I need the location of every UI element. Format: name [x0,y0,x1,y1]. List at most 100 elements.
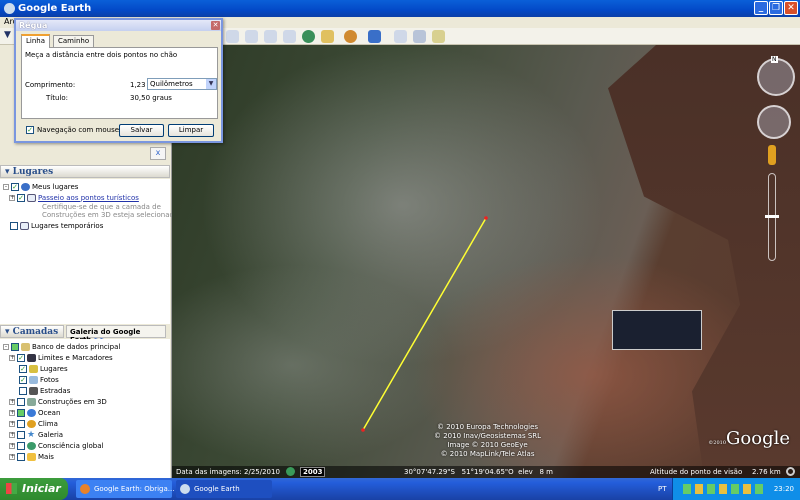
places-icon [29,364,38,373]
historical-imagery-icon[interactable] [286,467,295,476]
title-bar: Google Earth _ ❐ ✕ [0,0,800,17]
expand-icon[interactable]: + [9,409,15,416]
collapse-icon[interactable]: - [3,183,9,190]
zoom-slider-handle[interactable] [765,215,779,218]
layers-header[interactable]: ▾ Camadas [0,325,64,338]
layer-item[interactable]: Estradas [19,385,70,396]
close-button[interactable]: ✕ [784,1,798,15]
places-item-my-places[interactable]: - ✓ Meus lugares [3,181,78,192]
street-view-pegman-icon[interactable] [768,145,776,165]
gallery-button[interactable]: Galeria do Google Earth >> [66,325,166,344]
label: Banco de dados principal [32,342,121,351]
start-button[interactable]: Iniciar [0,478,68,500]
checkbox[interactable]: ✓ [17,193,25,202]
tab-line[interactable]: Linha [21,34,51,48]
checkbox[interactable] [17,452,25,461]
maps-icon[interactable] [432,30,445,43]
unit-select[interactable]: Quilômetros ▼ [147,78,217,90]
taskbar-item-firefox[interactable]: Google Earth: Obriga... [76,480,174,498]
layer-item[interactable]: + Mais [9,451,54,462]
start-label: Iniciar [22,482,61,495]
email-icon[interactable] [394,30,407,43]
layer-item[interactable]: + Consciência global [9,440,103,451]
system-tray: 23:20 [672,478,800,500]
google-earth-icon [180,484,190,494]
label: Mais [38,452,54,461]
checkbox[interactable]: ✓ [19,375,27,384]
layer-item[interactable]: - Banco de dados principal [3,341,120,352]
checkbox[interactable] [11,342,19,351]
close-panel-button[interactable]: x [150,147,166,160]
label: Galeria [38,430,64,439]
sunlight-icon[interactable] [321,30,334,43]
checkbox[interactable]: ✓ [17,353,25,362]
roads-icon [29,386,38,395]
tab-path[interactable]: Caminho [53,35,95,47]
checkbox[interactable] [17,419,25,428]
tray-icons[interactable] [683,484,763,494]
record-tour-icon[interactable] [283,30,296,43]
ruler-start-point[interactable] [484,216,488,220]
credit: © 2010 MapLink/Tele Atlas [440,450,535,458]
ruler-icon[interactable] [368,30,381,43]
folder-icon [20,221,29,230]
ruler-end-point[interactable] [361,428,365,432]
add-polygon-icon[interactable] [226,30,239,43]
checkbox[interactable]: ✓ [26,126,34,134]
sun-icon [27,419,36,428]
dialog-close-button[interactable]: ✕ [211,21,220,30]
checkbox[interactable] [17,441,25,450]
move-control[interactable] [757,105,791,139]
look-control[interactable]: N [757,56,795,96]
window-title: Google Earth [18,3,92,14]
mouse-navigation-checkbox[interactable]: ✓ Navegação com mouse [26,126,119,134]
label: Meus lugares [32,182,79,191]
historical-imagery-icon[interactable] [302,30,315,43]
language-indicator[interactable]: PT [658,485,667,493]
layer-item[interactable]: + Construções em 3D [9,396,107,407]
chevron-down-icon[interactable]: ▼ [206,79,216,89]
expand-icon[interactable]: + [9,431,15,438]
checkbox[interactable] [17,408,25,417]
restore-button[interactable]: ❐ [769,1,783,15]
checkbox[interactable] [10,221,18,230]
map-view[interactable]: N © 2010 Europa Technologies © 2010 Inav/… [172,45,800,478]
task-label: Google Earth [194,485,240,493]
layer-item[interactable]: + Ocean [9,407,60,418]
print-icon[interactable] [413,30,426,43]
expand-icon[interactable]: + [9,194,15,201]
minimize-button[interactable]: _ [754,1,768,15]
imagery-year[interactable]: 2003 [300,467,326,477]
checkbox[interactable] [19,386,27,395]
save-button[interactable]: Salvar [119,124,164,137]
layer-item[interactable]: + ★ Galeria [9,429,63,440]
credit: Image © 2010 GeoEye [447,441,528,449]
tour-description-2: Construções em 3D esteja selecionada [42,210,179,219]
unit-value: Quilômetros [150,80,193,88]
taskbar-item-google-earth[interactable]: Google Earth [176,480,272,498]
expand-icon[interactable]: + [9,354,15,361]
checkbox[interactable]: ✓ [11,182,19,191]
clear-button[interactable]: Limpar [168,124,214,137]
layer-item[interactable]: + Clima [9,418,58,429]
heading-value: 30,50 graus [130,94,172,102]
add-path-icon[interactable] [245,30,258,43]
expand-icon[interactable]: + [9,442,15,449]
places-header[interactable]: ▾ Lugares [0,165,170,178]
layer-item[interactable]: ✓ Fotos [19,374,59,385]
add-overlay-icon[interactable] [264,30,277,43]
layer-item[interactable]: ✓ Lugares [19,363,68,374]
places-item-temporary[interactable]: Lugares temporários [10,220,103,231]
layer-item[interactable]: + ✓ Limites e Marcadores [9,352,113,363]
length-label: Comprimento: [25,81,76,89]
expand-icon[interactable]: + [9,453,15,460]
checkbox[interactable] [17,397,25,406]
expand-icon[interactable]: + [9,398,15,405]
checkbox[interactable]: ✓ [19,364,27,373]
planets-icon[interactable] [344,30,357,43]
folder-icon [27,193,36,202]
collapse-icon[interactable]: - [3,343,9,350]
expand-icon[interactable]: + [9,420,15,427]
checkbox[interactable] [17,430,25,439]
map-status-bar: Data das imagens: 2/25/2010 2003 30°07'4… [172,466,800,478]
